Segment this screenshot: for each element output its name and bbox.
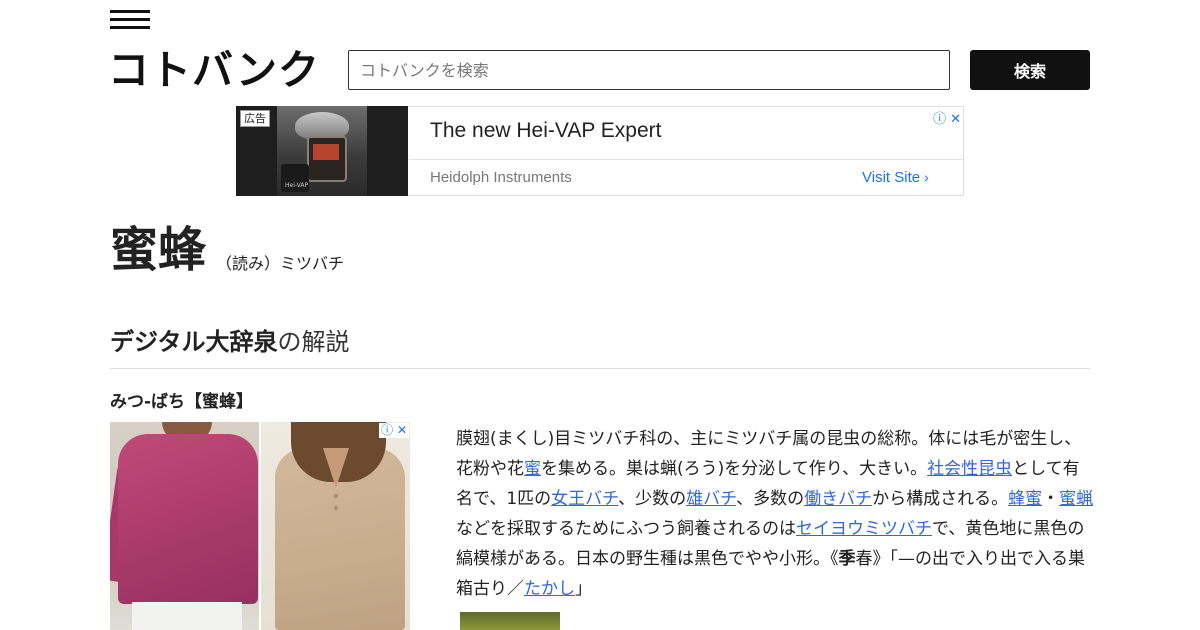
ad-visit-label: Visit Site	[862, 169, 921, 186]
search-input[interactable]	[348, 50, 950, 90]
section-divider	[110, 368, 1090, 369]
product-ad[interactable]: ⓘ ✕	[110, 422, 410, 630]
season-label: 季	[838, 549, 856, 569]
link-social-insect[interactable]: 社会性昆虫	[927, 459, 1012, 479]
ad-info-icon[interactable]: ⓘ	[933, 112, 946, 127]
ad-banner[interactable]: Hei-VAP 広告 The new Hei-VAP Expert Heidol…	[236, 106, 964, 196]
definition-text-segment: を集める。巣は蝋(ろう)を分泌して作り、大きい。	[541, 459, 928, 479]
blouse-button	[334, 494, 338, 498]
hamburger-menu-icon[interactable]	[110, 10, 150, 32]
page: コトバンク 検索 Hei-VAP 広告 The new Hei-VAP Expe…	[0, 0, 1200, 630]
link-queen-bee[interactable]: 女王バチ	[551, 489, 618, 509]
dictionary-heading: デジタル大辞泉の解説	[110, 322, 350, 357]
search-button[interactable]: 検索	[970, 50, 1090, 90]
rotary-evaporator-image: Hei-VAP	[277, 106, 367, 196]
ad-choices[interactable]: ⓘ ✕	[933, 108, 961, 127]
definition-text-segment: 、少数の	[618, 489, 687, 509]
definition-text-segment: 、多数の	[736, 489, 805, 509]
device-brand-label: Hei-VAP	[285, 182, 309, 189]
link-honey[interactable]: 蜜	[524, 459, 541, 479]
ad-close-icon[interactable]: ✕	[397, 423, 407, 437]
menu-bar	[110, 10, 150, 13]
ad-divider	[409, 159, 964, 160]
page-title: 蜜蜂	[110, 222, 207, 278]
bee-photo-thumbnail[interactable]	[460, 612, 560, 630]
device-screen	[313, 144, 339, 160]
link-worker-bee[interactable]: 働きバチ	[804, 489, 872, 509]
definition-text-segment: ・	[1042, 489, 1060, 509]
menu-bar	[110, 26, 150, 29]
dictionary-name[interactable]: デジタル大辞泉	[110, 328, 278, 356]
definition-text: 膜翅(まくし)目ミツバチ科の、主にミツバチ属の昆虫の総称。体には毛が密生し、花粉…	[456, 424, 1096, 604]
link-beeswax[interactable]: 蜜蝋	[1059, 489, 1093, 509]
link-honey-product[interactable]: 蜂蜜	[1008, 489, 1042, 509]
blouse-button	[334, 506, 338, 510]
ad-label-badge: 広告	[240, 110, 270, 127]
site-logo[interactable]: コトバンク	[108, 44, 320, 96]
ad-advertiser: Heidolph Instruments	[430, 169, 572, 186]
link-takashi[interactable]: たかし	[524, 579, 575, 599]
definition-text-segment: などを採取するためにふつう飼養されるのは	[456, 519, 796, 539]
white-pants	[132, 602, 242, 630]
entry-headline: みつ‐ばち【蜜蜂】	[110, 392, 254, 412]
definition-text-segment: から構成される。	[872, 489, 1009, 509]
menu-bar	[110, 18, 150, 21]
ad-product-image[interactable]: Hei-VAP 広告	[236, 106, 408, 196]
link-western-honeybee[interactable]: セイヨウミツバチ	[796, 519, 932, 539]
chevron-right-icon: ›	[924, 169, 929, 185]
dictionary-heading-suffix: の解説	[277, 328, 350, 356]
ad-info-icon[interactable]: ⓘ	[381, 423, 393, 437]
ad-close-icon[interactable]: ✕	[950, 112, 961, 127]
ad-image-beige-blouse[interactable]	[261, 422, 410, 630]
ad-title-link[interactable]: The new Hei-VAP Expert	[430, 119, 662, 143]
reading-label: （読み）ミツバチ	[216, 254, 345, 273]
ad-visit-site-link[interactable]: Visit Site ›	[862, 169, 929, 186]
product-ad-choices[interactable]: ⓘ ✕	[379, 423, 409, 438]
definition-text-segment: 」	[575, 579, 592, 599]
link-drone-bee[interactable]: 雄バチ	[686, 489, 736, 509]
pink-blouse	[118, 434, 258, 604]
ad-image-pink-blouse[interactable]	[110, 422, 259, 630]
